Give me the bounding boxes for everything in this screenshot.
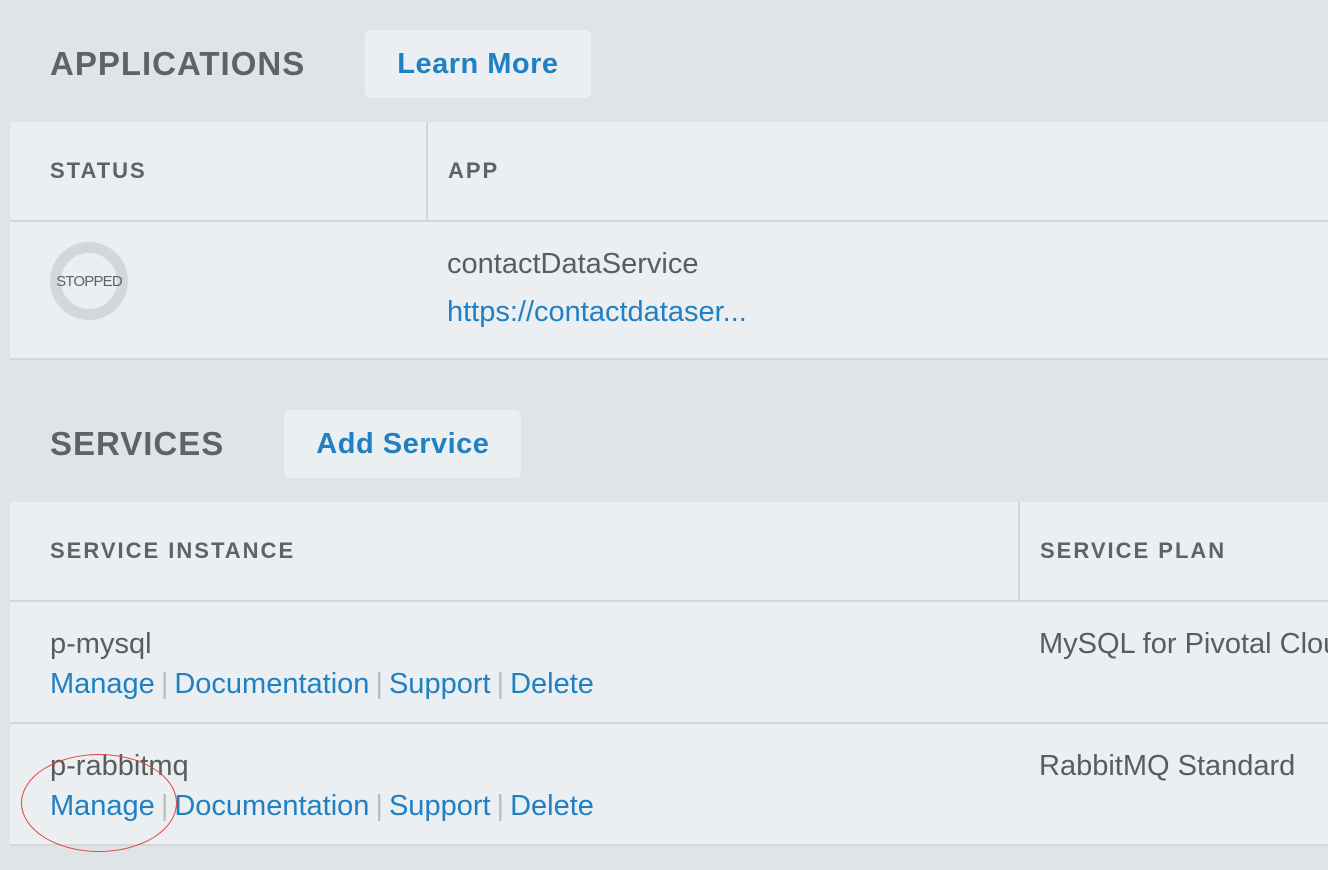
table-row: STOPPED contactDataService https://conta… bbox=[10, 222, 1328, 358]
status-badge: STOPPED bbox=[50, 242, 128, 320]
column-header-service-plan: SERVICE PLAN bbox=[1040, 538, 1227, 563]
service-instance-cell: p-mysql Manage | Documentation | Support… bbox=[10, 602, 1020, 722]
separator: | bbox=[160, 790, 169, 822]
learn-more-button[interactable]: Learn More bbox=[365, 30, 591, 98]
separator: | bbox=[496, 790, 505, 822]
applications-header: APPLICATIONS Learn More bbox=[50, 30, 591, 98]
services-title: SERVICES bbox=[50, 425, 225, 462]
services-table: SERVICE INSTANCE SERVICE PLAN p-mysql Ma… bbox=[10, 502, 1328, 846]
separator: | bbox=[375, 668, 383, 700]
service-actions: Manage | Documentation | Support | Delet… bbox=[50, 664, 1020, 704]
services-table-header: SERVICE INSTANCE SERVICE PLAN bbox=[10, 502, 1328, 602]
service-instance-cell: p-rabbitmq Manage | Documentation | Supp… bbox=[10, 724, 1020, 844]
service-plan-cell: MySQL for Pivotal Clou bbox=[1020, 602, 1328, 722]
services-header: SERVICES Add Service bbox=[50, 410, 522, 478]
status-cell: STOPPED bbox=[10, 222, 428, 358]
page: APPLICATIONS Learn More STATUS APP STOPP… bbox=[0, 0, 1328, 870]
applications-table-header: STATUS APP bbox=[10, 122, 1328, 222]
table-row: p-mysql Manage | Documentation | Support… bbox=[10, 602, 1328, 724]
service-plan: RabbitMQ Standard bbox=[1039, 750, 1296, 782]
documentation-link[interactable]: Documentation bbox=[174, 664, 369, 704]
service-plan-cell: RabbitMQ Standard bbox=[1020, 724, 1328, 844]
app-cell: contactDataService https://contactdatase… bbox=[428, 222, 747, 358]
applications-table: STATUS APP STOPPED contactDataService ht… bbox=[10, 122, 1328, 360]
column-header-status: STATUS bbox=[10, 122, 428, 220]
support-link[interactable]: Support bbox=[389, 664, 491, 704]
manage-link[interactable]: Manage bbox=[50, 786, 155, 826]
status-label: STOPPED bbox=[56, 272, 123, 290]
separator: | bbox=[375, 790, 383, 822]
app-url-link[interactable]: https://contactdataser... bbox=[447, 296, 747, 328]
add-service-button[interactable]: Add Service bbox=[284, 410, 522, 478]
service-plan: MySQL for Pivotal Clou bbox=[1039, 628, 1328, 660]
manage-link[interactable]: Manage bbox=[50, 664, 155, 704]
column-header-service-instance: SERVICE INSTANCE bbox=[10, 502, 1020, 600]
table-row: p-rabbitmq Manage | Documentation | Supp… bbox=[10, 724, 1328, 844]
service-name: p-mysql bbox=[50, 628, 152, 660]
applications-title: APPLICATIONS bbox=[50, 45, 306, 82]
support-link[interactable]: Support bbox=[389, 786, 491, 826]
delete-link[interactable]: Delete bbox=[510, 786, 594, 826]
column-header-app: APP bbox=[448, 158, 500, 183]
delete-link[interactable]: Delete bbox=[510, 664, 594, 704]
app-name: contactDataService bbox=[447, 248, 699, 280]
documentation-link[interactable]: Documentation bbox=[174, 786, 369, 826]
separator: | bbox=[160, 668, 169, 700]
service-actions: Manage | Documentation | Support | Delet… bbox=[50, 786, 1020, 826]
separator: | bbox=[496, 668, 505, 700]
service-name: p-rabbitmq bbox=[50, 750, 189, 782]
